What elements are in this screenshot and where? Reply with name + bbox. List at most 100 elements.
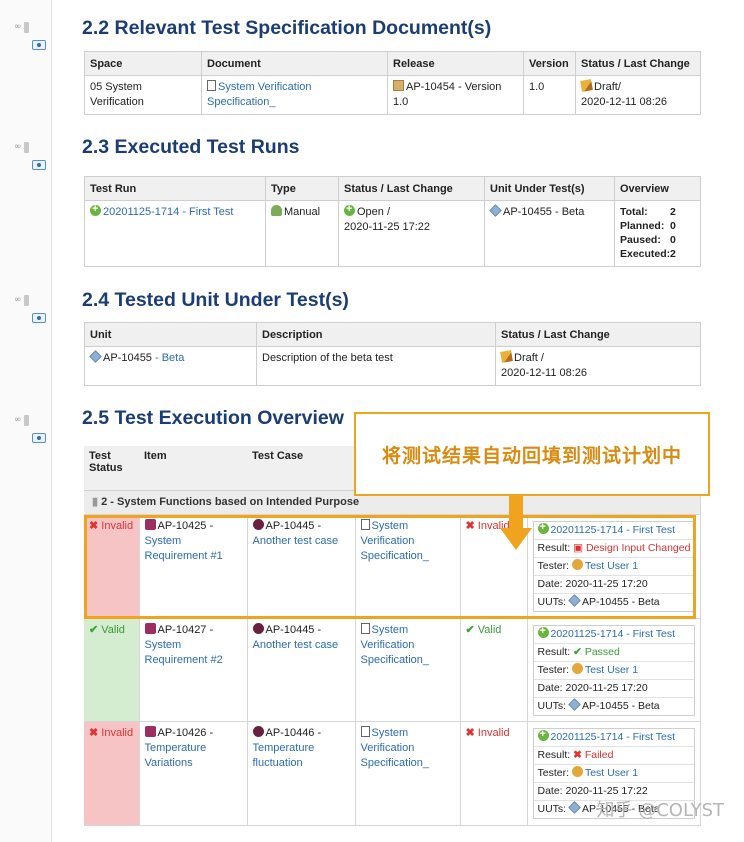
- test-run-cell: 20201125-1714 - First Test: [84, 200, 266, 267]
- user-icon: [571, 765, 583, 777]
- view-icon[interactable]: [32, 433, 46, 443]
- test-case-link[interactable]: Temperature fluctuation: [253, 742, 315, 769]
- link-icon[interactable]: ∞: [14, 415, 21, 425]
- uut-link[interactable]: AP-10455 - Beta: [503, 206, 584, 218]
- test-case-id[interactable]: AP-10446 -: [266, 727, 322, 739]
- tester-link[interactable]: Test User 1: [585, 767, 638, 779]
- test-run-link[interactable]: 20201125-1714 - First Test: [103, 206, 233, 218]
- document-cell: System Verification Specification_: [201, 75, 388, 115]
- view-icon[interactable]: [32, 313, 46, 323]
- status-cell: Draft/2020-12-11 08:26: [575, 75, 701, 115]
- date-value: 2020-11-25 17:22: [565, 784, 648, 797]
- unit-name-link[interactable]: - Beta: [155, 352, 184, 364]
- gutter-controls-s24[interactable]: ∞: [14, 293, 50, 327]
- run-link[interactable]: 20201125-1714 - First Test: [551, 628, 676, 640]
- open-status-icon: [344, 202, 355, 217]
- stat-label: Executed:: [620, 248, 671, 260]
- overview-stats: Total: 2 Planned: 0 Paused: 0 Executed: 2: [620, 205, 695, 261]
- callout-text: 将测试结果自动回填到测试计划中: [381, 444, 682, 467]
- result-text: Passed: [584, 645, 620, 658]
- result-text: Failed: [584, 748, 614, 761]
- passed-icon: ✔: [573, 645, 582, 658]
- drag-handle-icon[interactable]: [23, 141, 29, 153]
- status-date: 2020-12-11 08:26: [581, 96, 668, 108]
- view-icon[interactable]: [32, 160, 46, 170]
- gutter-controls-s22[interactable]: ∞: [14, 20, 50, 54]
- unit-id[interactable]: AP-10455: [103, 352, 152, 364]
- valid-icon: ✔: [89, 623, 99, 636]
- result-label: Result:: [537, 748, 571, 761]
- col-header: Test Status: [84, 446, 139, 491]
- run-details-cell: 20201125-1714 - First Test Result: ✔ Pas…: [527, 618, 701, 722]
- run-link[interactable]: 20201125-1714 - First Test: [551, 731, 676, 743]
- document-link[interactable]: System Verification Specification_: [207, 81, 312, 108]
- failed-icon: ✖: [573, 748, 582, 761]
- gutter-controls-s25[interactable]: ∞: [14, 413, 50, 447]
- table-row: 20201125-1714 - First Test Manual Open /…: [84, 200, 701, 267]
- drag-handle-icon[interactable]: [23, 294, 29, 306]
- section-title-2-5: 2.5 Test Execution Overview: [82, 407, 344, 430]
- valid-icon: ✔: [465, 623, 475, 636]
- manual-icon: [271, 205, 282, 216]
- unit-icon: [568, 697, 581, 711]
- link-icon[interactable]: ∞: [14, 22, 21, 32]
- result-status-cell: ✔ Valid: [460, 618, 528, 722]
- spec-link[interactable]: System Verification Specification_: [361, 624, 430, 666]
- status-date: 2020-11-25 17:22: [344, 221, 431, 233]
- test-status-cell: ✔ Valid: [84, 618, 140, 722]
- date-label: Date:: [537, 784, 563, 797]
- uuts-label: UUTs:: [537, 802, 567, 815]
- release-cell: AP-10454 - Version 1.0: [387, 75, 524, 115]
- test-case-id[interactable]: AP-10445 -: [266, 624, 322, 636]
- result-status-text: Valid: [477, 623, 502, 636]
- col-header: Item: [139, 446, 247, 491]
- user-icon: [571, 662, 583, 674]
- item-name-link[interactable]: System Requirement #2: [145, 639, 223, 666]
- unit-icon: [89, 350, 102, 363]
- uuts-label: UUTs:: [537, 699, 567, 712]
- stat-label: Paused:: [620, 234, 661, 246]
- collapse-icon[interactable]: ▮: [92, 496, 98, 508]
- link-icon[interactable]: ∞: [14, 295, 21, 305]
- run-details: 20201125-1714 - First Test Result: ✔ Pas…: [532, 624, 695, 716]
- spec-link[interactable]: System Verification Specification_: [361, 727, 430, 769]
- type-cell: Manual: [265, 200, 339, 267]
- item-cell: AP-10426 - Temperature Variations: [139, 721, 248, 826]
- status-date: 2020-12-11 08:26: [501, 367, 588, 379]
- document-icon: [207, 80, 216, 91]
- overview-cell: Total: 2 Planned: 0 Paused: 0 Executed: 2: [614, 200, 701, 267]
- item-name-link[interactable]: Temperature Variations: [145, 742, 207, 769]
- unit-cell: AP-10455 - Beta: [84, 346, 257, 386]
- col-header: Type: [265, 176, 339, 201]
- col-header: Version: [523, 51, 576, 76]
- uuts-link[interactable]: AP-10455 - Beta: [582, 700, 660, 712]
- tester-link[interactable]: Test User 1: [585, 664, 638, 676]
- view-icon[interactable]: [32, 40, 46, 50]
- gutter-controls-s23[interactable]: ∞: [14, 140, 50, 174]
- draft-icon: [580, 79, 593, 92]
- document-icon: [360, 725, 370, 737]
- tested-units-table: Unit Description Status / Last Change AP…: [84, 322, 701, 386]
- draft-icon: [500, 350, 513, 363]
- col-header: Test Case: [247, 446, 355, 491]
- document-content: 2.2 Relevant Test Specification Document…: [62, 0, 744, 842]
- stat-value: 2: [670, 206, 676, 218]
- link-icon[interactable]: ∞: [14, 142, 21, 152]
- item-id[interactable]: AP-10426 -: [158, 727, 214, 739]
- tester-label: Tester:: [537, 766, 570, 779]
- test-case-link[interactable]: Another test case: [253, 639, 339, 651]
- drag-handle-icon[interactable]: [23, 414, 29, 426]
- item-id[interactable]: AP-10427 -: [158, 624, 214, 636]
- test-run-icon: [90, 202, 101, 217]
- test-status-cell: ✖ Invalid: [84, 721, 140, 826]
- result-label: Result:: [537, 645, 571, 658]
- spec-cell: System Verification Specification_: [355, 721, 461, 826]
- release-link[interactable]: AP-10454 - Version 1.0: [393, 81, 501, 108]
- watermark: 知乎 @COLYST: [596, 800, 724, 821]
- stat-label: Total:: [620, 206, 648, 218]
- col-header: Description: [256, 322, 496, 347]
- drag-handle-icon[interactable]: [23, 21, 29, 33]
- section-title-2-4: 2.4 Tested Unit Under Test(s): [82, 289, 349, 311]
- table-row: 05 System Verification System Verificati…: [84, 75, 701, 115]
- spec-documents-table: Space Document Release Version Status / …: [84, 51, 701, 115]
